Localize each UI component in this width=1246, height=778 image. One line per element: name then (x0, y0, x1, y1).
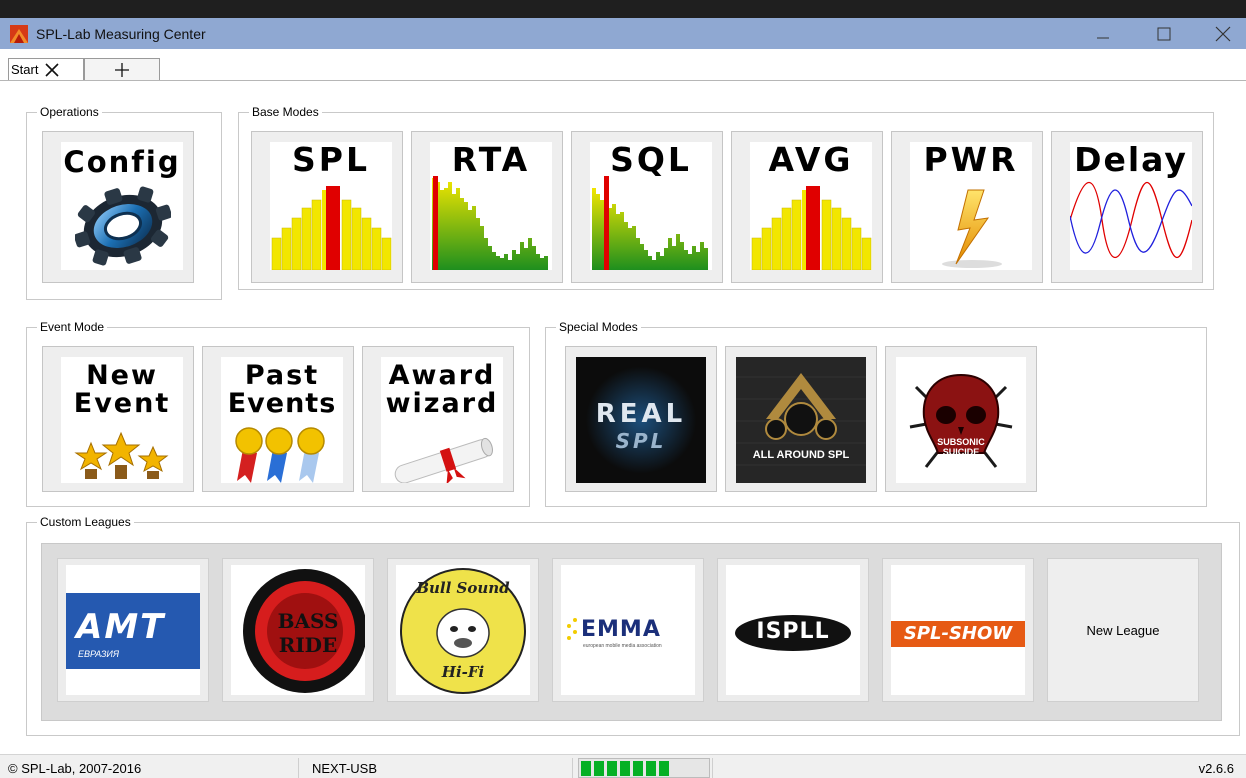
maximize-icon (1157, 27, 1171, 40)
lightning-icon (942, 189, 1002, 268)
subsonic-suicide-button[interactable]: SUBSONIC SUICIDE (885, 346, 1037, 492)
group-operations-label: Operations (37, 105, 102, 119)
spl-show-logo-text: SPL-SHOW (903, 623, 1013, 644)
league-emma-button[interactable]: EMMA european mobile media association (552, 558, 704, 702)
version-text: v2.6.6 (1198, 761, 1234, 776)
status-divider (298, 758, 299, 778)
minimize-icon (1097, 37, 1109, 38)
league-bass-ride-button[interactable]: BASS RIDE (222, 558, 374, 702)
ribbons-icon (235, 427, 325, 483)
league-bull-sound-button[interactable]: Bull Sound Hi-Fi (387, 558, 539, 702)
scroll-icon (394, 437, 493, 483)
tab-start-label: Start (11, 62, 39, 77)
league-amt-button[interactable]: AMT ЕВРАЗИЯ (57, 558, 209, 702)
level-bars-icon (271, 186, 392, 270)
config-label: Config (63, 145, 181, 179)
bull-sound-line1: Bull Sound (416, 579, 510, 597)
minimize-button[interactable] (1080, 18, 1126, 49)
delay-mode-button[interactable]: Delay (1051, 131, 1203, 283)
gear-icon (75, 186, 171, 266)
all-around-spl-logo (736, 357, 866, 483)
group-custom-leagues-label: Custom Leagues (37, 515, 134, 529)
maximize-button[interactable] (1141, 18, 1187, 49)
ispll-logo-text: ISPLL (756, 619, 830, 644)
spectrum-icon (432, 176, 548, 270)
close-window-button[interactable] (1200, 18, 1246, 49)
all-around-spl-button[interactable]: ALL AROUND SPL (725, 346, 877, 492)
spl-mode-button[interactable]: SPL (251, 131, 403, 283)
signal-meter-fill (581, 761, 671, 776)
emma-stars-icon (567, 618, 577, 640)
bass-ride-line1: BASS (277, 609, 339, 633)
close-icon (1215, 26, 1231, 41)
real-spl-logo-line2: SPL (615, 429, 667, 453)
copyright-text: © SPL-Lab, 2007-2016 (8, 761, 142, 776)
amt-logo-text: AMT (76, 607, 166, 647)
close-icon[interactable] (44, 62, 60, 78)
emma-logo-sub: european mobile media association (583, 643, 662, 649)
window-title: SPL-Lab Measuring Center (36, 26, 206, 42)
spectrum-icon (592, 176, 708, 270)
new-event-button[interactable]: New Event (42, 346, 194, 492)
all-around-spl-logo-text: ALL AROUND SPL (752, 449, 850, 461)
group-event-mode-label: Event Mode (37, 320, 108, 334)
pwr-mode-button[interactable]: PWR (891, 131, 1043, 283)
league-spl-show-button[interactable]: SPL-SHOW (882, 558, 1034, 702)
league-ispll-button[interactable]: ISPLL (717, 558, 869, 702)
rta-mode-button[interactable]: RTA (411, 131, 563, 283)
level-bars-icon (751, 186, 872, 270)
skull-logo-line1: SUBSONIC (937, 437, 985, 447)
award-wizard-button[interactable]: Award wizard (362, 346, 514, 492)
new-league-label: New League (1086, 623, 1160, 638)
past-events-button[interactable]: Past Events (202, 346, 354, 492)
new-league-button[interactable]: New League (1047, 558, 1199, 702)
status-divider (572, 758, 573, 778)
device-status: NEXT-USB (312, 761, 378, 776)
status-divider (712, 758, 713, 778)
new-tab-button[interactable] (84, 58, 160, 80)
amt-logo: AMT ЕВРАЗИЯ (66, 593, 200, 669)
emma-logo-text: EMMA (581, 617, 661, 642)
bass-ride-line2: RIDE (278, 633, 338, 657)
trophy-stars-icon (74, 431, 169, 479)
signal-meter (578, 758, 710, 778)
plus-icon (115, 62, 129, 77)
real-spl-logo-line1: REAL (595, 399, 687, 429)
sql-mode-button[interactable]: SQL (571, 131, 723, 283)
amt-logo-sub: ЕВРАЗИЯ (78, 649, 120, 659)
group-base-modes-label: Base Modes (249, 105, 322, 119)
skull-logo-line2: SUICIDE (942, 447, 980, 457)
config-button[interactable]: Config (42, 131, 194, 283)
avg-mode-button[interactable]: AVG (731, 131, 883, 283)
skull-logo (909, 373, 1013, 468)
real-spl-logo: REAL SPL (576, 357, 706, 483)
real-spl-button[interactable]: REAL SPL (565, 346, 717, 492)
app-logo-icon (10, 25, 28, 43)
bull-sound-line2: Hi-Fi (441, 663, 485, 681)
tab-start[interactable]: Start (8, 58, 84, 80)
group-special-modes-label: Special Modes (556, 320, 641, 334)
sine-wave-icon (1070, 182, 1192, 258)
tab-bar (0, 49, 1246, 81)
